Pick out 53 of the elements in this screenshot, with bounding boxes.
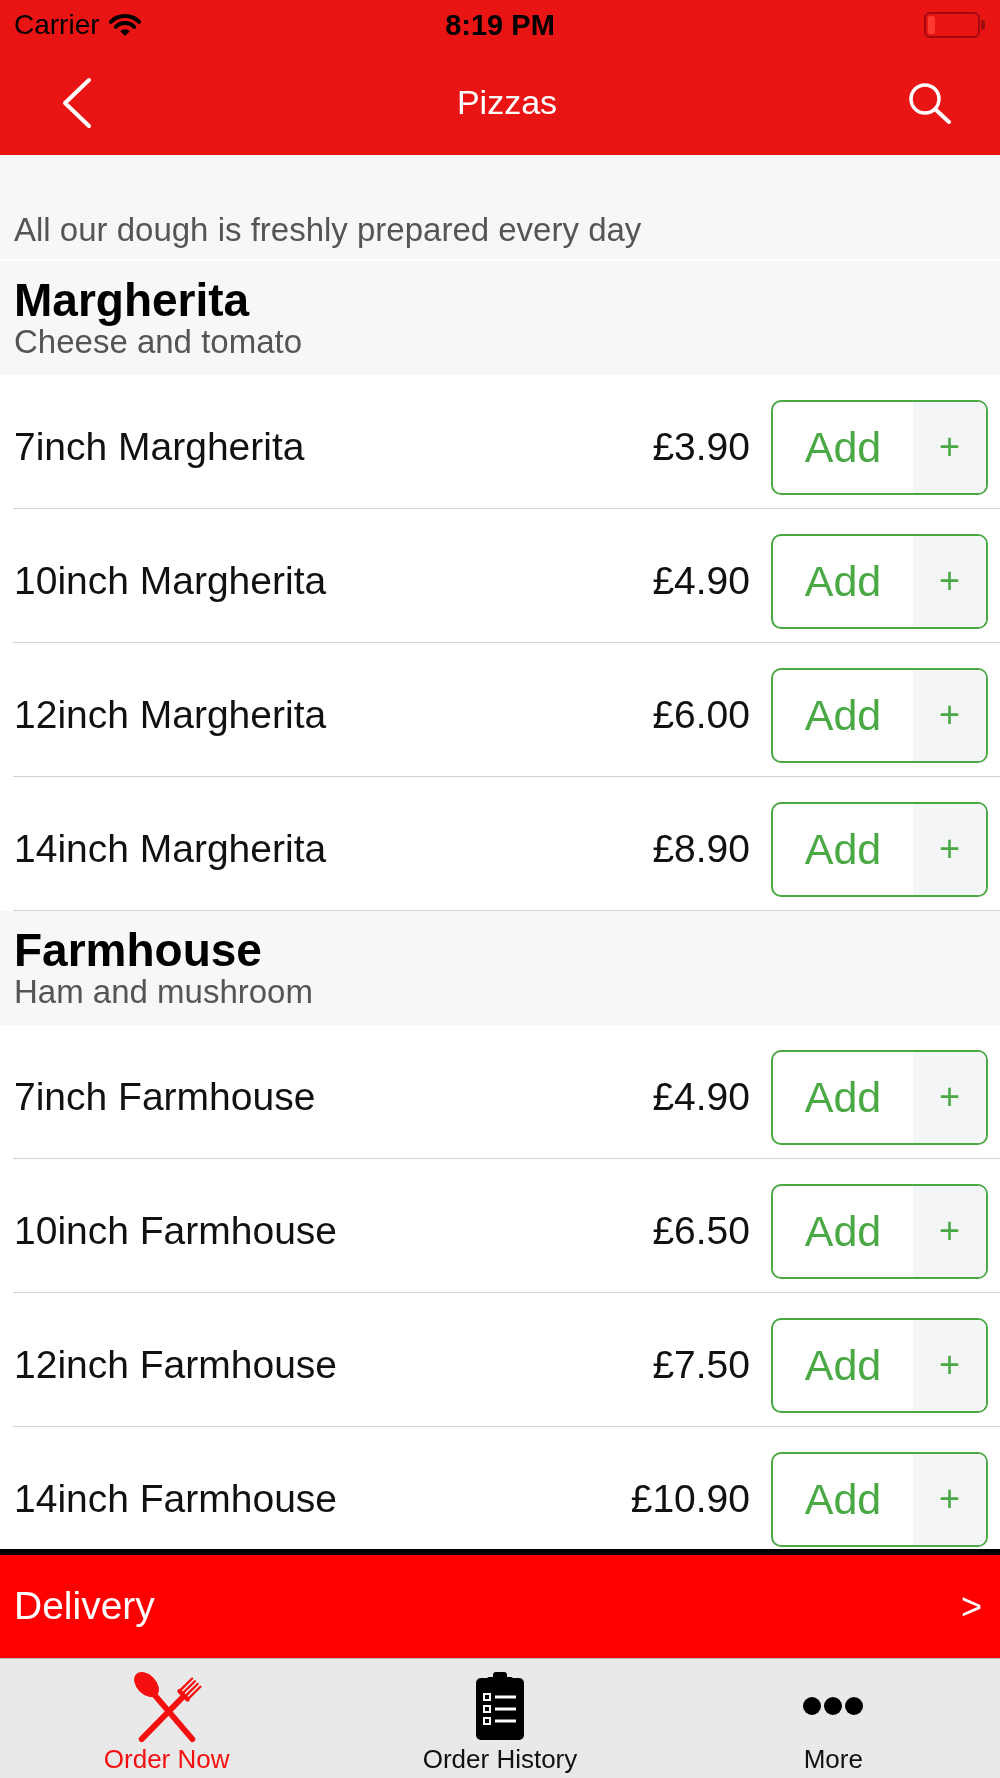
forward-arrow: > xyxy=(960,1586,982,1627)
info-text: All our dough is freshly prepared every day xyxy=(14,211,642,249)
plus-sign: + xyxy=(913,1319,986,1411)
section-title: Farmhouse xyxy=(14,925,263,974)
item-price: £10.90 xyxy=(630,1476,750,1522)
add-button[interactable]: Add + xyxy=(771,801,988,897)
item-name: 14inch Farmhouse xyxy=(14,1476,337,1522)
add-button[interactable]: Add + xyxy=(771,1049,988,1145)
tab-item[interactable]: Order History xyxy=(333,1659,667,1778)
item-name: 10inch Farmhouse xyxy=(14,1208,337,1254)
item-price: £6.50 xyxy=(652,1208,750,1254)
add-button[interactable]: Add + xyxy=(771,667,988,763)
clock-time: 8:19 PM xyxy=(445,10,555,40)
wifi-icon xyxy=(107,13,142,37)
plus-sign: + xyxy=(913,1185,986,1277)
item-name: 10inch Margherita xyxy=(14,558,327,604)
add-button[interactable]: Add + xyxy=(771,1317,988,1413)
item-price: £8.90 xyxy=(652,826,750,872)
carrier-name: Carrier xyxy=(14,11,100,39)
plus-sign: + xyxy=(913,669,986,761)
add-button[interactable]: Add + xyxy=(771,1451,988,1547)
search-icon xyxy=(908,81,952,124)
item-price: £7.50 xyxy=(652,1342,750,1388)
plus-sign: + xyxy=(913,535,986,627)
item-price: £4.90 xyxy=(652,1074,750,1120)
plus-sign: + xyxy=(913,803,986,895)
back-chevron-icon xyxy=(62,76,92,129)
section-title: Margherita xyxy=(14,275,251,324)
item-price: £6.00 xyxy=(652,692,750,738)
battery-icon xyxy=(924,12,986,38)
item-price: £3.90 xyxy=(652,424,750,470)
section-description: Ham and mushroom xyxy=(14,974,314,1011)
add-button[interactable]: Add + xyxy=(771,399,988,495)
add-button[interactable]: Add + xyxy=(771,1183,988,1279)
tab-item[interactable]: More xyxy=(666,1659,1000,1778)
tab-item[interactable]: Order Now xyxy=(0,1659,334,1778)
search-button[interactable] xyxy=(908,81,952,124)
clipboard-icon xyxy=(476,1672,524,1740)
back-button[interactable] xyxy=(62,76,92,129)
more-icon xyxy=(803,1697,864,1715)
delivery-label: Delivery xyxy=(14,1585,155,1628)
plus-sign: + xyxy=(913,401,986,493)
page-title: Pizzas xyxy=(456,83,558,122)
item-name: 7inch Margherita xyxy=(14,424,305,470)
item-name: 14inch Margherita xyxy=(14,826,327,872)
item-name: 7inch Farmhouse xyxy=(14,1074,316,1120)
item-price: £4.90 xyxy=(652,558,750,604)
plus-sign: + xyxy=(913,1453,986,1545)
delivery-bar[interactable]: Delivery > xyxy=(0,1549,1000,1658)
item-name: 12inch Margherita xyxy=(14,692,327,738)
plus-sign: + xyxy=(913,1051,986,1143)
item-name: 12inch Farmhouse xyxy=(14,1342,337,1388)
add-button[interactable]: Add + xyxy=(771,533,988,629)
